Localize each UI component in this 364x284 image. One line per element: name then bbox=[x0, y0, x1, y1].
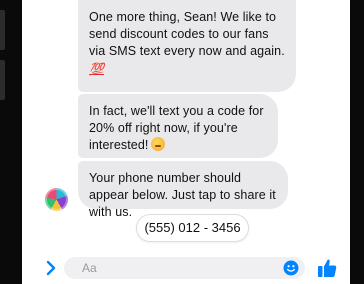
message-text: In fact, we'll text you a code for 20% o… bbox=[89, 104, 264, 152]
message-text: One more thing, Sean! We like to send di… bbox=[89, 10, 285, 58]
message-bubble: One more thing, Sean! We like to send di… bbox=[78, 0, 296, 92]
thumbs-up-icon[interactable] bbox=[316, 257, 338, 279]
message-bubble: Your phone number should appear below. J… bbox=[78, 161, 288, 219]
message-composer: Aa bbox=[22, 252, 350, 284]
phone-bezel-right bbox=[350, 0, 364, 284]
avatar[interactable] bbox=[45, 188, 68, 211]
phone-side-button bbox=[0, 60, 5, 100]
phone-bezel-left bbox=[0, 0, 22, 284]
message-input[interactable]: Aa bbox=[64, 257, 305, 279]
hundred-points-emoji: 💯 bbox=[89, 62, 105, 76]
message-input-placeholder: Aa bbox=[82, 261, 97, 275]
message-bubble: In fact, we'll text you a code for 20% o… bbox=[78, 94, 278, 158]
message-text: Your phone number should appear below. J… bbox=[89, 171, 276, 219]
grinning-sweat-emoji-icon bbox=[151, 137, 166, 151]
phone-side-button bbox=[0, 10, 5, 50]
messenger-screen: One more thing, Sean! We like to send di… bbox=[0, 0, 364, 284]
chevron-right-icon[interactable] bbox=[44, 260, 58, 276]
smiley-icon[interactable] bbox=[283, 260, 299, 276]
phone-number-quick-reply[interactable]: (555) 012 - 3456 bbox=[137, 215, 248, 241]
